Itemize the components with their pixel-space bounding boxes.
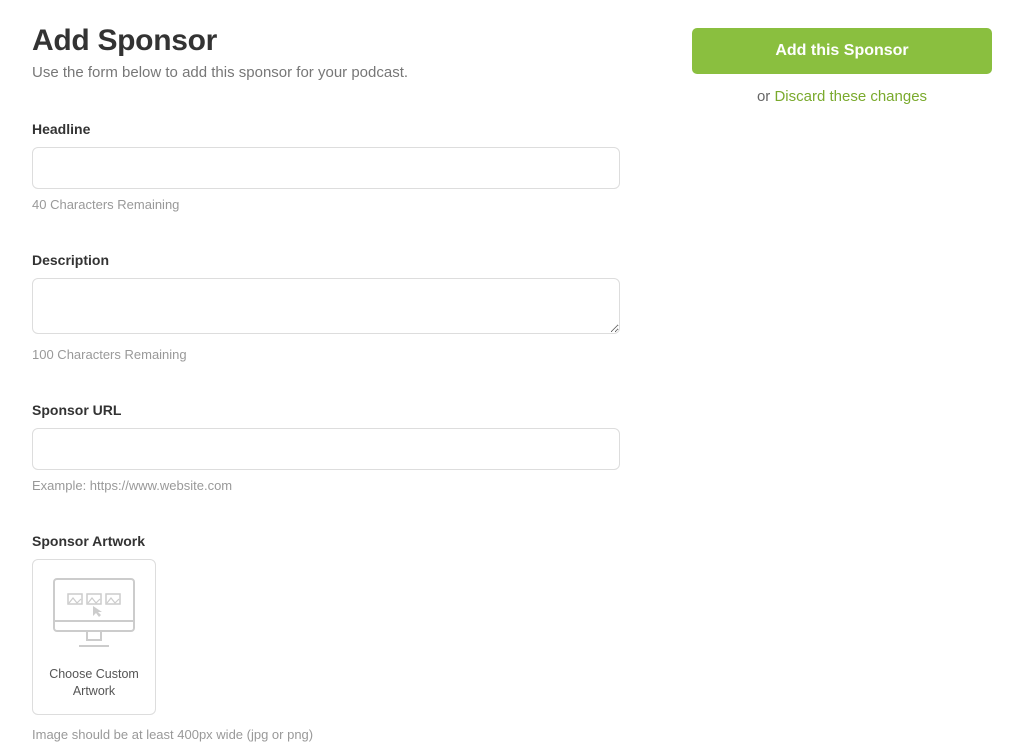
choose-artwork-button[interactable]: Choose Custom Artwork <box>32 559 156 715</box>
description-input[interactable] <box>32 278 620 334</box>
artwork-label: Sponsor Artwork <box>32 533 652 549</box>
description-group: Description 100 Characters Remaining <box>32 252 652 362</box>
artwork-group: Sponsor Artwork Choose C <box>32 533 652 742</box>
headline-help: 40 Characters Remaining <box>32 197 652 212</box>
page-subtitle: Use the form below to add this sponsor f… <box>32 64 652 81</box>
description-label: Description <box>32 252 652 268</box>
or-text: or <box>757 88 775 105</box>
page-title: Add Sponsor <box>32 24 652 58</box>
sponsor-url-input[interactable] <box>32 428 620 470</box>
description-help: 100 Characters Remaining <box>32 347 652 362</box>
desktop-artwork-icon <box>53 578 135 648</box>
add-sponsor-button[interactable]: Add this Sponsor <box>692 28 992 74</box>
headline-label: Headline <box>32 121 652 137</box>
discard-row: or Discard these changes <box>692 88 992 105</box>
artwork-help: Image should be at least 400px wide (jpg… <box>32 727 652 742</box>
sponsor-url-label: Sponsor URL <box>32 402 652 418</box>
choose-artwork-label: Choose Custom Artwork <box>43 666 145 700</box>
sponsor-url-help: Example: https://www.website.com <box>32 478 652 493</box>
headline-group: Headline 40 Characters Remaining <box>32 121 652 212</box>
headline-input[interactable] <box>32 147 620 189</box>
discard-changes-link[interactable]: Discard these changes <box>774 88 927 105</box>
sponsor-url-group: Sponsor URL Example: https://www.website… <box>32 402 652 493</box>
